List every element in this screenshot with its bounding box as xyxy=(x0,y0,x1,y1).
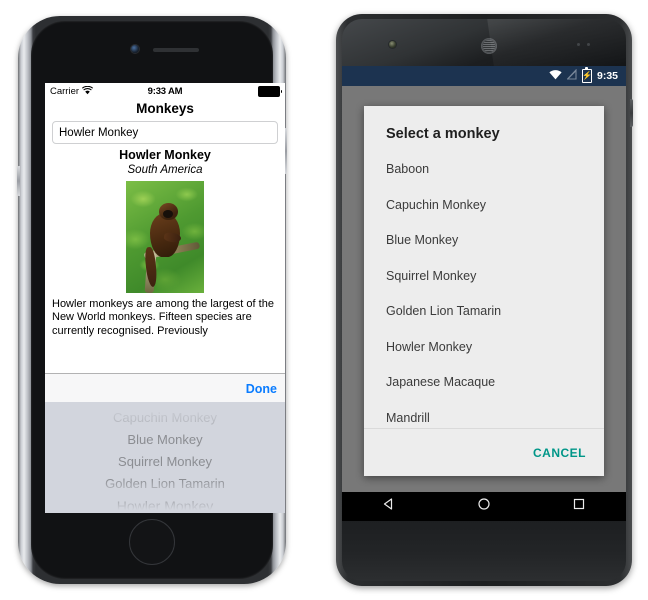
signal-icon xyxy=(566,68,577,83)
home-button[interactable] xyxy=(129,519,175,565)
ios-clock: 9:33 AM xyxy=(147,86,183,97)
list-item[interactable]: Blue Monkey xyxy=(364,223,604,259)
picker-toolbar: Done xyxy=(45,373,285,403)
android-screen: ⚡ 9:35 Select a monkey Baboon Capuchin M… xyxy=(342,66,626,521)
screenshot-root: Carrier 9:33 AM Monkeys Howler Monkey Ho… xyxy=(0,0,648,600)
android-status-bar: ⚡ 9:35 xyxy=(342,66,626,86)
android-top-bezel xyxy=(342,19,626,71)
picker-row[interactable]: Blue Monkey xyxy=(45,429,285,451)
monkey-description: Howler monkeys are among the largest of … xyxy=(52,298,274,337)
list-item[interactable]: Capuchin Monkey xyxy=(364,188,604,224)
monkey-detail: Howler Monkey South America xyxy=(45,148,285,293)
monkey-location: South America xyxy=(127,164,203,176)
page-title: Monkeys xyxy=(136,101,194,116)
list-item[interactable]: Mandrill xyxy=(364,401,604,429)
android-power-button[interactable] xyxy=(630,99,633,127)
iphone-bezel: Carrier 9:33 AM Monkeys Howler Monkey Ho… xyxy=(31,21,285,579)
picker-row[interactable]: Golden Lion Tamarin xyxy=(45,473,285,495)
ios-status-bar: Carrier 9:33 AM xyxy=(45,83,285,100)
battery-charging-icon: ⚡ xyxy=(581,67,592,83)
home-circle-icon[interactable] xyxy=(477,497,491,516)
monkey-name: Howler Monkey xyxy=(119,148,211,162)
dialog-title: Select a monkey xyxy=(386,126,500,142)
front-camera-icon xyxy=(131,45,139,53)
picker-row-list[interactable]: Capuchin Monkey Blue Monkey Squirrel Mon… xyxy=(45,407,285,513)
earpiece-speaker xyxy=(481,38,497,54)
list-item[interactable]: Golden Lion Tamarin xyxy=(364,294,604,330)
list-item[interactable]: Howler Monkey xyxy=(364,330,604,366)
iphone-volume-button[interactable] xyxy=(17,166,20,196)
picker-row-selected[interactable]: Howler Monkey xyxy=(45,495,285,513)
android-dialog-scrim[interactable]: Select a monkey Baboon Capuchin Monkey B… xyxy=(342,86,626,492)
iphone-device: Carrier 9:33 AM Monkeys Howler Monkey Ho… xyxy=(17,16,287,584)
android-device: ⚡ 9:35 Select a monkey Baboon Capuchin M… xyxy=(336,14,633,586)
back-triangle-icon[interactable] xyxy=(382,497,396,516)
monkey-text-field-value: Howler Monkey xyxy=(59,126,139,139)
earpiece-speaker xyxy=(153,48,199,52)
monkey-face-shape xyxy=(163,210,173,218)
cancel-button[interactable]: CANCEL xyxy=(533,446,586,460)
monkey-picker-wheel[interactable]: Capuchin Monkey Blue Monkey Squirrel Mon… xyxy=(45,402,285,513)
dialog-actions: CANCEL xyxy=(364,429,604,476)
wifi-icon xyxy=(549,69,562,83)
battery-icon xyxy=(258,86,282,97)
list-item[interactable]: Squirrel Monkey xyxy=(364,259,604,295)
dialog-item-list[interactable]: Baboon Capuchin Monkey Blue Monkey Squir… xyxy=(364,152,604,428)
monkey-text-field[interactable]: Howler Monkey xyxy=(52,121,278,144)
picker-row[interactable]: Squirrel Monkey xyxy=(45,451,285,473)
picker-row[interactable]: Capuchin Monkey xyxy=(45,407,285,429)
list-item[interactable]: Baboon xyxy=(364,152,604,188)
android-clock: 9:35 xyxy=(596,70,618,82)
iphone-screen: Carrier 9:33 AM Monkeys Howler Monkey Ho… xyxy=(45,83,285,513)
list-item[interactable]: Japanese Macaque xyxy=(364,365,604,401)
done-button[interactable]: Done xyxy=(246,382,277,396)
select-monkey-dialog: Select a monkey Baboon Capuchin Monkey B… xyxy=(364,106,604,476)
android-navigation-bar xyxy=(342,492,626,521)
recents-square-icon[interactable] xyxy=(572,497,586,516)
monkey-photo xyxy=(126,181,204,293)
proximity-sensor xyxy=(577,43,599,47)
front-camera-icon xyxy=(389,41,396,48)
android-bottom-bezel xyxy=(342,521,626,581)
